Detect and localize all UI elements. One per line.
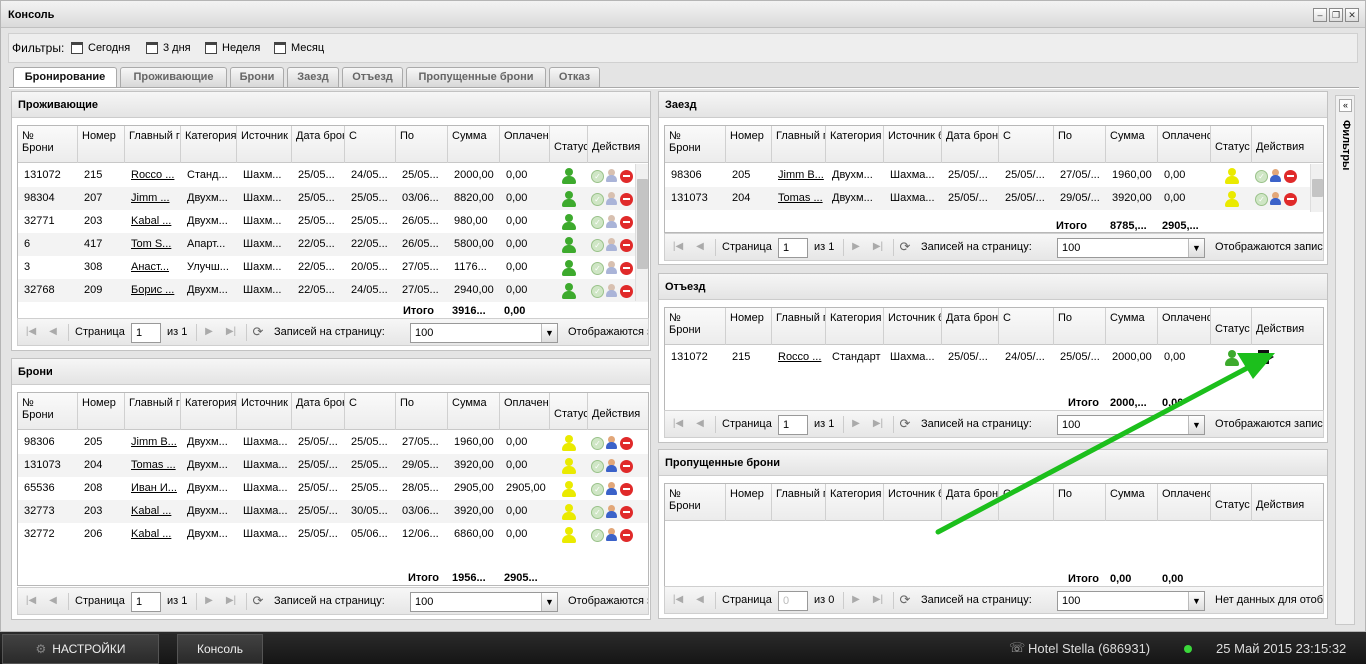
- datetime: 25 Май 2015 23:15:32: [1216, 641, 1347, 656]
- taskbar: ⚙ НАСТРОЙКИ Консоль ☏ Hotel Stella (68693…: [0, 632, 1366, 664]
- annotation-arrow: [935, 353, 1275, 535]
- online-status-icon: [1184, 645, 1192, 653]
- settings-button[interactable]: ⚙ НАСТРОЙКИ: [2, 634, 159, 664]
- console-taskbar-button[interactable]: Консоль: [177, 634, 263, 664]
- hotel-name: Hotel Stella (686931): [1028, 641, 1151, 656]
- phone-icon: ☏: [1009, 640, 1026, 655]
- console-window: Консоль – ❐ ✕ Фильтры: Сегодня 3 дня Нед…: [0, 0, 1366, 632]
- gear-icon: ⚙: [35, 642, 47, 656]
